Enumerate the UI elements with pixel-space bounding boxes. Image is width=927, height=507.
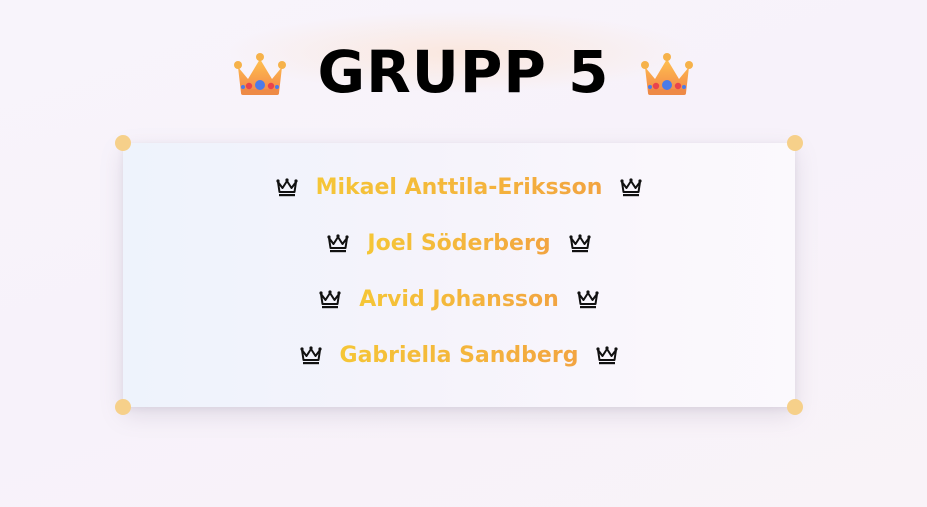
pin-top-right bbox=[787, 135, 803, 151]
crown-outline-icon bbox=[596, 346, 619, 366]
crown-outline-icon bbox=[299, 346, 322, 366]
member-name: Joel Söderberg bbox=[367, 231, 551, 256]
member-list: Mikael Anttila-Eriksson Joel Söderberg A… bbox=[123, 160, 795, 384]
list-item: Joel Söderberg bbox=[123, 216, 795, 272]
list-item: Mikael Anttila-Eriksson bbox=[123, 160, 795, 216]
member-name: Arvid Johansson bbox=[359, 287, 559, 312]
crown-outline-icon bbox=[319, 290, 341, 310]
crown-outline-icon bbox=[620, 178, 643, 198]
crown-outline-icon bbox=[327, 234, 350, 254]
crown-icon bbox=[637, 45, 697, 105]
pin-top-left bbox=[115, 135, 131, 151]
crown-outline-icon bbox=[577, 290, 599, 310]
list-item: Gabriella Sandberg bbox=[123, 328, 795, 384]
crown-outline-icon bbox=[275, 178, 298, 198]
member-name: Mikael Anttila-Eriksson bbox=[315, 175, 603, 200]
page-title: GRUPP 5 bbox=[317, 38, 610, 106]
pin-bottom-right bbox=[787, 399, 803, 415]
pin-bottom-left bbox=[115, 399, 131, 415]
member-name: Gabriella Sandberg bbox=[339, 343, 579, 368]
header: GRUPP 5 bbox=[0, 34, 927, 110]
crown-outline-icon bbox=[568, 234, 591, 254]
crown-icon bbox=[230, 45, 290, 105]
list-item: Arvid Johansson bbox=[123, 272, 795, 328]
